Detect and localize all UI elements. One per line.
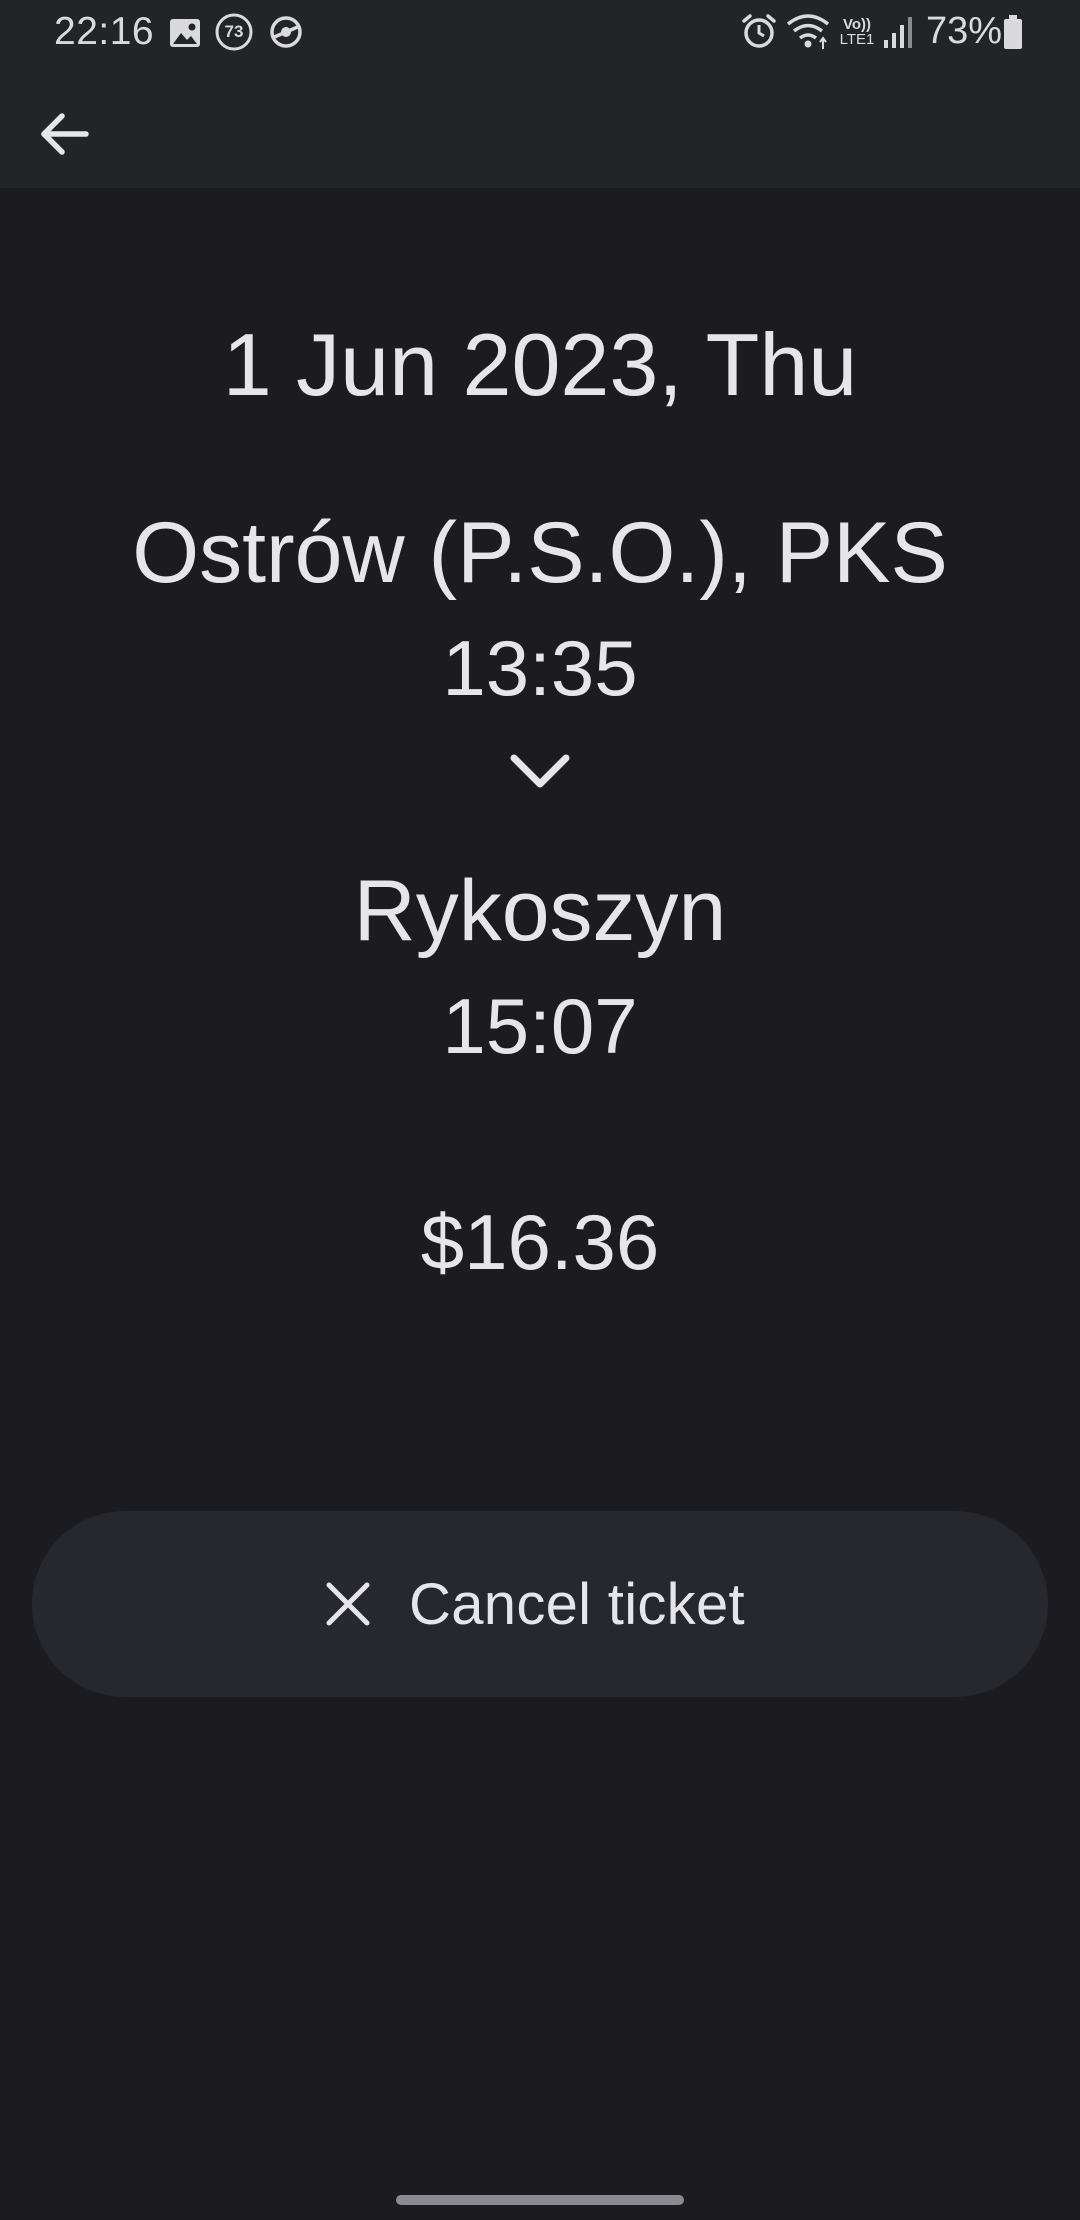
sync-icon — [266, 12, 306, 52]
home-indicator[interactable] — [396, 2195, 684, 2205]
chevron-down-icon — [506, 748, 574, 796]
origin-station: Ostrów (P.S.O.), PKS — [132, 505, 948, 601]
signal-icon — [882, 14, 914, 50]
volte-bottom-label: LTE1 — [839, 31, 875, 48]
wifi-icon — [786, 12, 830, 52]
close-icon — [323, 1579, 373, 1629]
cancel-ticket-button[interactable]: Cancel ticket — [32, 1511, 1048, 1697]
battery-percent: 73% — [926, 10, 1003, 52]
badge-73-icon: 73 — [214, 12, 254, 52]
volte-icon: Vo)) LTE1 — [836, 12, 878, 52]
back-button[interactable] — [20, 90, 108, 178]
alarm-icon — [740, 12, 778, 50]
status-time: 22:16 — [54, 10, 155, 53]
battery-icon — [1002, 14, 1024, 50]
arrival-time: 15:07 — [442, 982, 638, 1070]
arrow-left-icon — [34, 104, 94, 164]
volte-top-label: Vo)) — [842, 16, 872, 33]
trip-date: 1 Jun 2023, Thu — [222, 315, 858, 414]
cancel-ticket-label: Cancel ticket — [409, 1571, 745, 1637]
status-bar: 22:16 73 Vo)) LTE1 73% — [0, 0, 1080, 66]
gallery-icon — [168, 16, 202, 50]
cancel-ticket-content: Cancel ticket — [323, 1571, 745, 1638]
ticket-details-screen: 22:16 73 Vo)) LTE1 73% 1 Jun 2023, Thu O… — [0, 0, 1080, 2220]
departure-time: 13:35 — [442, 624, 638, 712]
ticket-price: $16.36 — [420, 1198, 660, 1286]
notification-badge-text: 73 — [224, 22, 244, 41]
app-bar — [0, 66, 1080, 188]
destination-station: Rykoszyn — [353, 863, 727, 959]
